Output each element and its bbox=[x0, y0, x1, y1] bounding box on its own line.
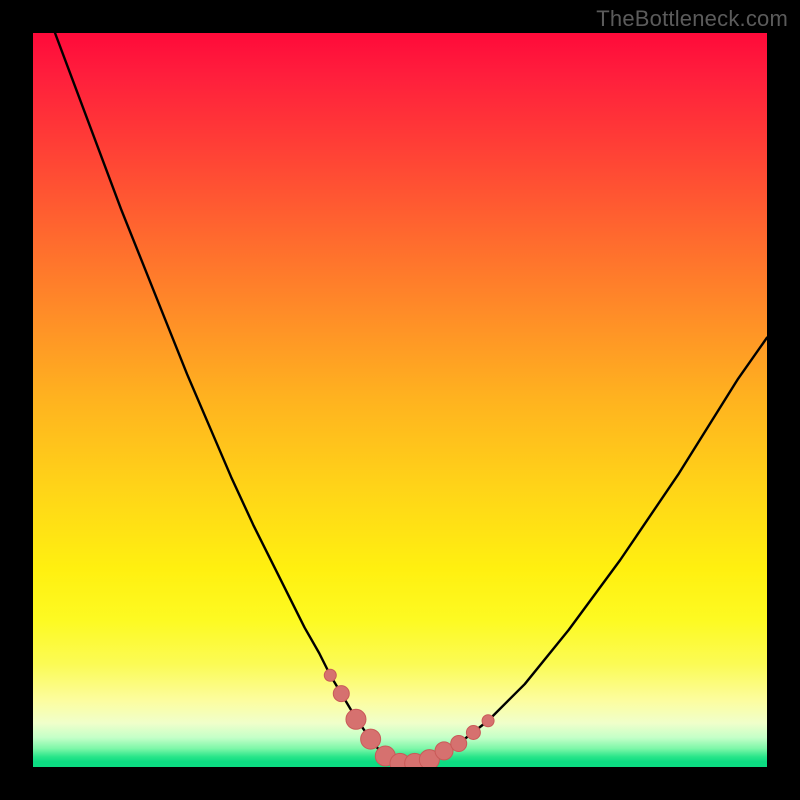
dot-left-shoulder-1 bbox=[324, 669, 336, 681]
dot-left-shoulder-2 bbox=[333, 686, 349, 702]
dot-floor-1 bbox=[346, 709, 366, 729]
chart-frame: TheBottleneck.com bbox=[0, 0, 800, 800]
chart-svg bbox=[33, 33, 767, 767]
dot-floor-2 bbox=[361, 729, 381, 749]
dot-right-shoulder-4 bbox=[482, 715, 494, 727]
dot-right-shoulder-2 bbox=[451, 736, 467, 752]
bottleneck-curve bbox=[55, 33, 767, 763]
watermark-label: TheBottleneck.com bbox=[596, 6, 788, 32]
plot-area bbox=[33, 33, 767, 767]
marker-dots bbox=[324, 669, 494, 767]
dot-right-shoulder-3 bbox=[466, 726, 480, 740]
